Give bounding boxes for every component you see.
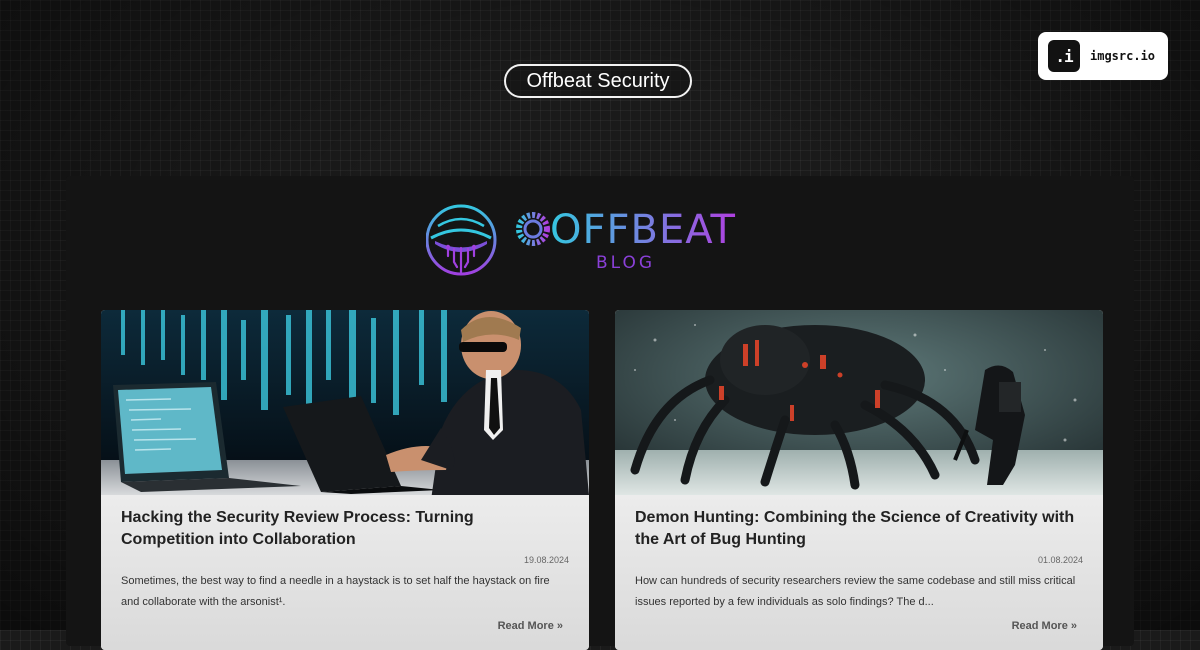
post-title[interactable]: Hacking the Security Review Process: Tur…	[121, 507, 571, 551]
post-date: 19.08.2024	[523, 555, 569, 565]
logo-word: OFFBEAT	[550, 207, 736, 253]
logo-emblem-icon	[426, 204, 497, 276]
blog-panel: OFFBEAT BLOG Hacking the Security Review…	[66, 176, 1134, 650]
offbeat-blog-logo: OFFBEAT BLOG	[426, 204, 736, 276]
logo-sub: BLOG	[596, 253, 655, 273]
post-date: 01.08.2024	[1037, 555, 1083, 565]
post-image-demon[interactable]	[615, 310, 1103, 495]
imgsrc-badge[interactable]: .i imgsrc.io	[1038, 32, 1168, 80]
logo-gear-o-icon	[516, 212, 550, 246]
imgsrc-logo-icon: .i	[1048, 40, 1080, 72]
post-card-body: Demon Hunting: Combining the Science of …	[615, 495, 1103, 650]
imgsrc-badge-label: imgsrc.io	[1090, 49, 1156, 63]
post-card[interactable]: Demon Hunting: Combining the Science of …	[615, 310, 1103, 650]
post-title[interactable]: Demon Hunting: Combining the Science of …	[635, 507, 1085, 551]
post-card-body: Hacking the Security Review Process: Tur…	[101, 495, 589, 650]
site-name: Offbeat Security	[526, 69, 670, 92]
read-more-link[interactable]: Read More »	[1012, 620, 1077, 632]
post-card[interactable]: Hacking the Security Review Process: Tur…	[101, 310, 589, 650]
post-excerpt: How can hundreds of security researchers…	[635, 575, 1076, 608]
post-excerpt: Sometimes, the best way to find a needle…	[121, 575, 550, 608]
post-image-hacker[interactable]	[101, 310, 589, 495]
site-name-pill[interactable]: Offbeat Security	[504, 64, 692, 98]
read-more-link[interactable]: Read More »	[498, 620, 563, 632]
